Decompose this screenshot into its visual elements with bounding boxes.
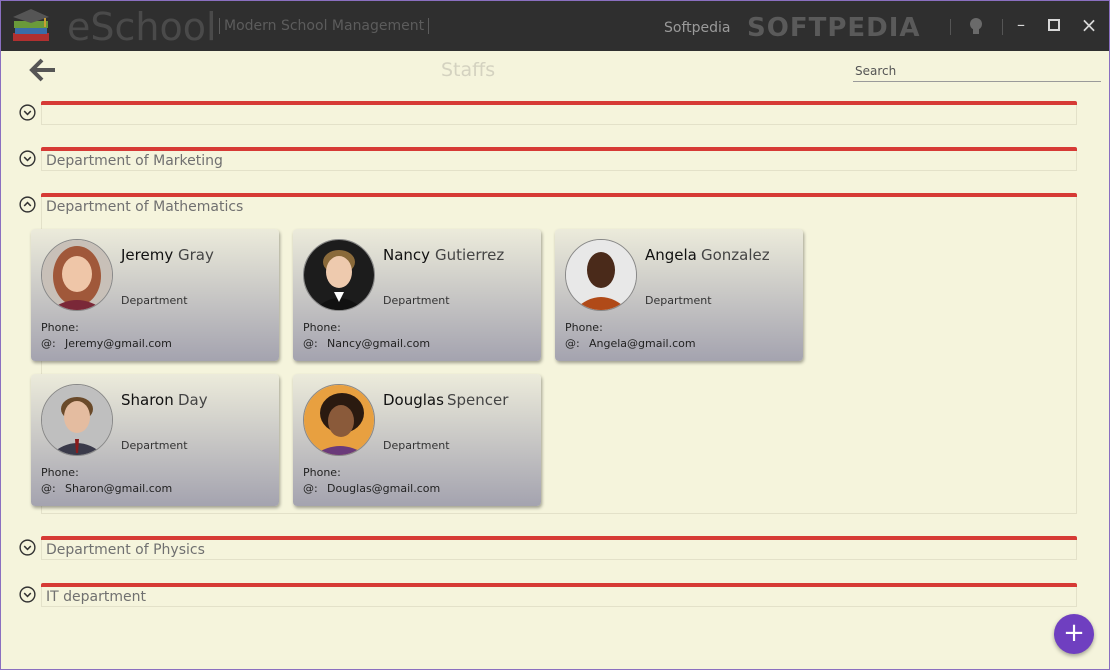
- staff-department: Department: [383, 294, 450, 307]
- staff-first-name: Angela: [645, 246, 697, 264]
- staff-department: Department: [121, 439, 188, 452]
- search-input[interactable]: [853, 61, 1101, 82]
- chevron-down-icon[interactable]: [19, 150, 36, 167]
- staff-card-nancy[interactable]: Nancy Gutierrez Department Phone: @: Nan…: [293, 229, 541, 361]
- staff-first-name: Sharon: [121, 391, 174, 409]
- staff-last-name: Gray: [178, 246, 214, 264]
- staff-email: Angela@gmail.com: [589, 337, 696, 350]
- chevron-down-icon[interactable]: [19, 104, 36, 121]
- staff-first-name: Douglas: [383, 391, 444, 409]
- staff-card-douglas[interactable]: Douglas Spencer Department Phone: @: Dou…: [293, 374, 541, 506]
- section-box: [41, 105, 1077, 125]
- staff-card-angela[interactable]: Angela Gonzalez Department Phone: @: Ang…: [555, 229, 803, 361]
- staff-phone-label: Phone:: [41, 466, 79, 479]
- app-name: eSchool: [67, 5, 217, 49]
- staff-email: Nancy@gmail.com: [327, 337, 431, 350]
- section-title[interactable]: IT department: [46, 589, 146, 605]
- chevron-up-icon[interactable]: [19, 196, 36, 213]
- staff-first-name: Nancy: [383, 246, 431, 264]
- staff-avatar: [41, 239, 113, 311]
- title-bar: eSchool Modern School Management Softped…: [1, 1, 1109, 51]
- staff-avatar: [41, 384, 113, 456]
- back-arrow-icon[interactable]: [29, 57, 57, 83]
- close-icon[interactable]: ×: [1077, 13, 1101, 37]
- chevron-down-icon[interactable]: [19, 586, 36, 603]
- maximize-icon[interactable]: [1042, 13, 1066, 37]
- staff-department: Department: [383, 439, 450, 452]
- section-it: IT department: [17, 583, 1077, 609]
- section-box: [41, 587, 1077, 607]
- staff-card-jeremy[interactable]: Jeremy Gray Department Phone: @: Jeremy@…: [31, 229, 279, 361]
- page-title: Staffs: [441, 59, 496, 81]
- lightbulb-icon[interactable]: [965, 15, 987, 37]
- section-title[interactable]: Department of Marketing: [46, 153, 223, 169]
- section-physics: Department of Physics: [17, 536, 1077, 562]
- staff-email-label: @:: [303, 482, 318, 495]
- app-tagline: Modern School Management: [219, 18, 430, 34]
- staff-first-name: Jeremy: [121, 246, 174, 264]
- titlebar-separator: [950, 19, 951, 35]
- softpedia-watermark: SOFTPEDIA: [747, 13, 921, 43]
- staff-avatar: [303, 384, 375, 456]
- staff-department: Department: [645, 294, 712, 307]
- staff-email-label: @:: [41, 337, 56, 350]
- minimize-icon[interactable]: –: [1009, 13, 1033, 37]
- staff-last-name: Gutierrez: [435, 246, 505, 264]
- chevron-down-icon[interactable]: [19, 539, 36, 556]
- staff-email-label: @:: [565, 337, 580, 350]
- staff-email: Jeremy@gmail.com: [65, 337, 172, 350]
- staff-department: Department: [121, 294, 188, 307]
- add-staff-button[interactable]: +: [1054, 614, 1094, 654]
- staff-email: Sharon@gmail.com: [65, 482, 173, 495]
- staff-phone-label: Phone:: [303, 466, 341, 479]
- school-books-logo-icon: [13, 9, 49, 41]
- staff-last-name: Gonzalez: [701, 246, 770, 264]
- section-title[interactable]: Department of Physics: [46, 542, 205, 558]
- softpedia-link[interactable]: Softpedia: [664, 20, 730, 36]
- staff-phone-label: Phone:: [565, 321, 603, 334]
- staff-avatar: [565, 239, 637, 311]
- staff-phone-label: Phone:: [41, 321, 79, 334]
- staff-last-name: Spencer: [447, 391, 509, 409]
- titlebar-separator: [1002, 19, 1003, 35]
- section-title[interactable]: Department of Mathematics: [46, 199, 243, 215]
- staff-last-name: Day: [178, 391, 208, 409]
- staff-avatar: [303, 239, 375, 311]
- staff-phone-label: Phone:: [303, 321, 341, 334]
- section-marketing: Department of Marketing: [17, 147, 1077, 173]
- staff-card-sharon[interactable]: Sharon Day Department Phone: @: Sharon@g…: [31, 374, 279, 506]
- staff-email: Douglas@gmail.com: [327, 482, 441, 495]
- section-untitled: [17, 101, 1077, 127]
- staff-email-label: @:: [41, 482, 56, 495]
- staff-email-label: @:: [303, 337, 318, 350]
